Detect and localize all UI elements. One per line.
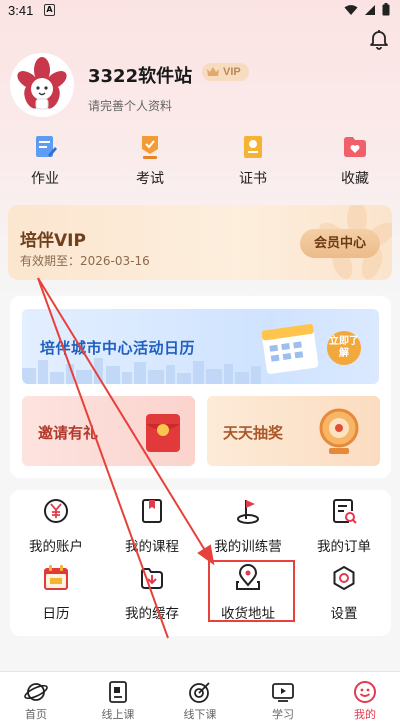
tab-me[interactable]: 我的 [325,680,400,722]
tab-study[interactable]: 学习 [243,680,323,722]
signal-icon [365,4,375,15]
lottery-wheel-icon [319,408,359,454]
tab-label: 线下课 [183,708,217,721]
quick-action-homework[interactable]: 作业 [10,133,80,188]
menu-my-orders[interactable]: 我的订单 [298,497,390,555]
course-book-icon [138,497,166,525]
daily-lottery-card[interactable]: 天天抽奖 [207,396,380,466]
vip-badge-label: VIP [223,66,241,78]
annotation-highlight-box [208,560,295,622]
menu-my-cache[interactable]: 我的缓存 [106,564,198,622]
tab-offline-course[interactable]: 线下课 [160,680,240,722]
menu-item-label: 我的训练营 [214,539,282,555]
menu-settings[interactable]: 设置 [298,564,390,622]
menu-item-label: 我的账户 [29,539,83,555]
yen-account-icon [42,497,70,525]
calendar-illustration-icon [261,323,319,374]
menu-item-label: 设置 [330,606,358,622]
vip-title: 培伴VIP [20,231,86,251]
exam-icon [136,133,164,161]
user-name[interactable]: 3322软件站 [88,62,192,88]
menu-item-label: 我的课程 [125,539,179,555]
quick-action-label: 考试 [136,171,164,187]
quick-action-label: 证书 [239,171,267,187]
learn-now-badge[interactable]: 立即了解 [327,331,361,365]
vip-crown-icon [207,67,219,76]
settings-icon [330,564,358,592]
download-cache-icon [138,564,166,592]
order-icon [330,497,358,525]
member-center-button[interactable]: 会员中心 [300,229,380,258]
tab-label: 我的 [354,708,376,721]
me-smile-icon [353,680,377,704]
quick-action-favorite[interactable]: 收藏 [320,133,390,188]
avatar[interactable] [10,53,74,117]
activity-calendar-banner[interactable]: 培伴城市中心活动日历 立即了解 [22,309,379,384]
offline-target-icon [188,680,212,704]
camp-flag-icon [234,497,262,525]
menu-my-courses[interactable]: 我的课程 [106,497,198,555]
favorite-icon [341,133,369,161]
vip-expiry: 有效期至：2026-03-16 [20,254,150,268]
study-play-icon [271,680,295,704]
bottom-tab-bar: 首页 线上课 线下课 学习 我的 [0,671,400,722]
menu-item-label: 我的缓存 [125,606,179,622]
red-envelope-icon [146,414,180,452]
online-course-icon [106,680,130,704]
tab-label: 首页 [25,708,47,721]
menu-item-label: 我的订单 [317,539,371,555]
homework-icon [31,133,59,161]
vip-badge: VIP [202,63,249,81]
home-planet-icon [24,680,48,704]
status-bar: 3:41 A [0,0,400,22]
vip-card[interactable]: 培伴VIP 有效期至：2026-03-16 会员中心 [8,205,392,280]
status-time: 3:41 [8,3,34,18]
invite-gift-card[interactable]: 邀请有礼 [22,396,195,466]
menu-item-label: 日历 [42,606,70,622]
quick-action-certificate[interactable]: 证书 [218,133,288,188]
lottery-label: 天天抽奖 [223,424,284,442]
quick-action-label: 作业 [31,171,59,187]
calendar-icon [42,564,70,592]
menu-my-account[interactable]: 我的账户 [10,497,102,555]
sim-icon: A [44,4,55,16]
invite-label: 邀请有礼 [38,424,99,442]
certificate-icon [239,133,267,161]
wifi-icon [344,4,358,15]
tab-home[interactable]: 首页 [0,680,76,722]
complete-profile-link[interactable]: 请完善个人资料 [88,97,172,114]
menu-calendar[interactable]: 日历 [10,564,102,622]
quick-action-exam[interactable]: 考试 [115,133,185,188]
system-icons [344,3,390,16]
banner-text: 培伴城市中心活动日历 [40,339,196,357]
quick-action-label: 收藏 [341,171,369,187]
menu-my-camp[interactable]: 我的训练营 [202,497,294,555]
battery-icon [382,3,390,16]
tab-label: 学习 [272,708,294,721]
tab-online-course[interactable]: 线上课 [78,680,158,722]
notification-bell-icon[interactable] [368,28,390,50]
tab-label: 线上课 [101,708,135,721]
